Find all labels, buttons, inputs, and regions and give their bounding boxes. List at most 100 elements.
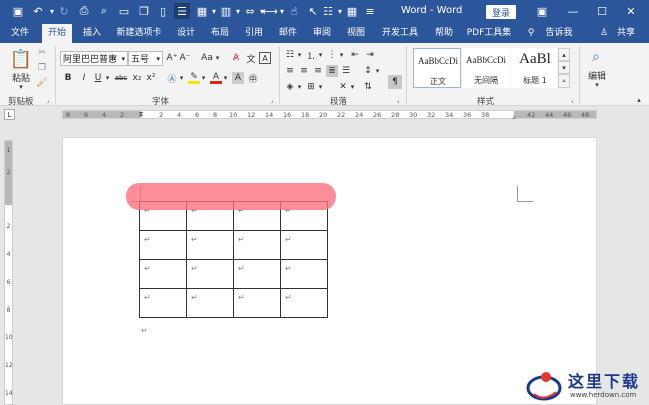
font-size-select[interactable]: 五号 ▾ — [128, 51, 163, 66]
tab-tell-me[interactable]: 告诉我 — [540, 24, 578, 43]
style-heading-1[interactable]: AaBl 标题 1 — [511, 48, 557, 88]
table-icon[interactable]: ▦ — [344, 3, 360, 19]
clear-formatting-icon[interactable]: A̷ — [230, 52, 242, 64]
tab-view[interactable]: 视图 — [342, 24, 370, 43]
table-cell[interactable]: ↵ — [280, 259, 328, 289]
copy-format-icon[interactable]: ❐ — [36, 62, 48, 74]
select-icon[interactable]: ↖ — [305, 3, 321, 19]
lightbulb-icon[interactable]: ⚲ — [524, 24, 538, 43]
horizontal-ruler[interactable]: L 8 6 4 2 2 4 6 8 10 12 14 16 18 20 22 2… — [0, 106, 649, 123]
numbering-icon[interactable]: ⒈ — [305, 49, 317, 62]
copy-icon[interactable]: ❐ — [136, 3, 152, 19]
collapse-ribbon-icon[interactable]: ▴ — [634, 95, 644, 104]
bullets-dropdown-icon[interactable]: ▾ — [296, 50, 303, 60]
ribbon-display-options-icon[interactable]: ▣ — [531, 2, 553, 20]
text-effects-dropdown-icon[interactable]: ▾ — [178, 73, 185, 83]
align-center-icon[interactable]: ≡ — [298, 65, 310, 77]
tab-share[interactable]: 共享 — [612, 24, 640, 43]
borders-icon[interactable]: ⊞ — [305, 81, 317, 93]
styles-more-icon[interactable]: ⩡ — [558, 74, 570, 88]
increase-indent-icon[interactable]: ⇥ — [364, 49, 376, 61]
touch-mode-icon[interactable]: ☝ — [286, 3, 302, 19]
distributed-icon[interactable]: ☰ — [340, 65, 352, 77]
show-marks-icon[interactable]: ¶ — [388, 75, 402, 89]
table-cell[interactable]: ↵ — [186, 230, 234, 260]
justify-icon[interactable]: ≣ — [326, 65, 338, 77]
tab-design[interactable]: 设计 — [172, 24, 200, 43]
chevron-down-icon[interactable]: ▾ — [121, 55, 125, 63]
font-name-select[interactable]: 阿里巴巴普惠 ▾ — [60, 51, 128, 66]
styles-scroll-down-icon[interactable]: ▾ — [558, 61, 570, 74]
editing-dropdown-icon[interactable]: ▾ — [592, 80, 602, 89]
tab-file[interactable]: 文件 — [6, 24, 34, 43]
multilevel-dropdown-icon[interactable]: ▾ — [338, 50, 345, 60]
align-left-icon[interactable]: ≡ — [284, 65, 296, 77]
table-cell[interactable]: ↵ — [186, 288, 234, 318]
new-document-icon[interactable]: ▯ — [155, 3, 171, 19]
find-icon[interactable]: ⌕ — [96, 3, 112, 19]
document-table[interactable]: ↵ ↵ ↵ ↵ ↵ ↵ ↵ ↵ ↵ ↵ ↵ ↵ ↵ ↵ ↵ ↵ — [139, 201, 328, 318]
paste-dropdown-icon[interactable]: ▾ — [15, 82, 27, 91]
enclose-characters-icon[interactable]: ㊥ — [247, 72, 259, 85]
bullets-icon[interactable]: ☷ — [284, 49, 296, 61]
multilevel-list-icon[interactable]: ⋮ — [326, 49, 338, 61]
sort-icon[interactable]: ⇅ — [362, 81, 374, 93]
underline-icon[interactable]: U — [92, 72, 104, 84]
save-icon[interactable]: ▣ — [10, 3, 26, 19]
character-shading-icon[interactable]: A — [232, 72, 244, 84]
left-indent-marker[interactable]: ⧗ — [137, 108, 145, 120]
character-border-icon[interactable]: A — [259, 52, 271, 64]
strikethrough-icon[interactable]: abc — [113, 72, 129, 84]
bold-icon[interactable]: B — [62, 72, 74, 84]
redo-icon[interactable]: ↻ — [56, 3, 72, 19]
tab-mailings[interactable]: 邮件 — [274, 24, 302, 43]
customize-qat-icon[interactable]: ≡ — [362, 3, 378, 19]
change-case-button[interactable]: Aa — [200, 52, 214, 64]
increase-font-icon[interactable]: A⁺ — [166, 52, 178, 64]
person-icon[interactable]: ♙ — [598, 24, 610, 43]
tab-references[interactable]: 引用 — [240, 24, 268, 43]
right-indent-marker[interactable]: ▵ — [510, 113, 518, 121]
numbering-dropdown-icon[interactable]: ▾ — [317, 50, 324, 60]
table-cell[interactable]: ↵ — [233, 288, 281, 318]
highlight-color-icon[interactable]: ✎ — [188, 72, 200, 84]
font-color-icon[interactable]: A — [210, 72, 222, 84]
chinese-layout-dropdown-icon[interactable]: ▾ — [349, 82, 356, 92]
tab-help[interactable]: 帮助 — [430, 24, 458, 43]
table-cell[interactable]: ↵ — [186, 259, 234, 289]
table-cell[interactable]: ↵ — [280, 230, 328, 260]
text-effects-icon[interactable]: Ⓐ — [166, 72, 178, 85]
table-cell[interactable]: ↵ — [139, 288, 187, 318]
chevron-down-icon[interactable]: ▾ — [156, 55, 160, 63]
vertical-ruler[interactable]: 1 2 2 4 6 8 10 12 14 — [4, 140, 13, 405]
tab-pdf-tools[interactable]: PDF工具集 — [464, 24, 514, 43]
borders-dropdown-icon[interactable]: ▾ — [317, 82, 324, 92]
highlight-dropdown-icon[interactable]: ▾ — [200, 73, 207, 83]
decrease-font-icon[interactable]: A⁻ — [179, 52, 191, 64]
table-cell[interactable]: ↵ — [233, 259, 281, 289]
minimize-button[interactable]: — — [562, 2, 584, 20]
styles-launcher-icon[interactable]: ⌟ — [568, 96, 576, 104]
clipboard-launcher-icon[interactable]: ⌟ — [44, 96, 52, 104]
italic-icon[interactable]: I — [78, 72, 90, 84]
tab-developer[interactable]: 开发工具 — [378, 24, 422, 43]
table-cell[interactable]: ↵ — [280, 288, 328, 318]
maximize-button[interactable]: ☐ — [591, 2, 613, 20]
table-cell[interactable]: ↵ — [139, 259, 187, 289]
tab-layout[interactable]: 布局 — [206, 24, 234, 43]
change-case-dropdown-icon[interactable]: ▾ — [214, 53, 221, 63]
cut-icon[interactable]: ✂ — [36, 47, 48, 59]
search-icon[interactable]: ⌕ — [586, 47, 606, 67]
line-spacing-dropdown-icon[interactable]: ▾ — [374, 66, 381, 76]
decrease-indent-icon[interactable]: ⇤ — [349, 49, 361, 61]
open-folder-icon[interactable]: ▭ — [116, 3, 132, 19]
tab-review[interactable]: 审阅 — [308, 24, 336, 43]
underline-dropdown-icon[interactable]: ▾ — [104, 73, 111, 83]
tab-home[interactable]: 开始 — [42, 24, 72, 43]
print-preview-icon[interactable]: ⎙ — [76, 3, 92, 19]
shading-icon[interactable]: ◈ — [284, 81, 296, 93]
subscript-icon[interactable]: x₂ — [131, 72, 143, 84]
read-mode-icon[interactable]: ☰ — [174, 3, 190, 19]
style-no-spacing[interactable]: AaBbCcDi 无间隔 — [462, 48, 510, 88]
close-button[interactable]: ✕ — [620, 2, 642, 20]
